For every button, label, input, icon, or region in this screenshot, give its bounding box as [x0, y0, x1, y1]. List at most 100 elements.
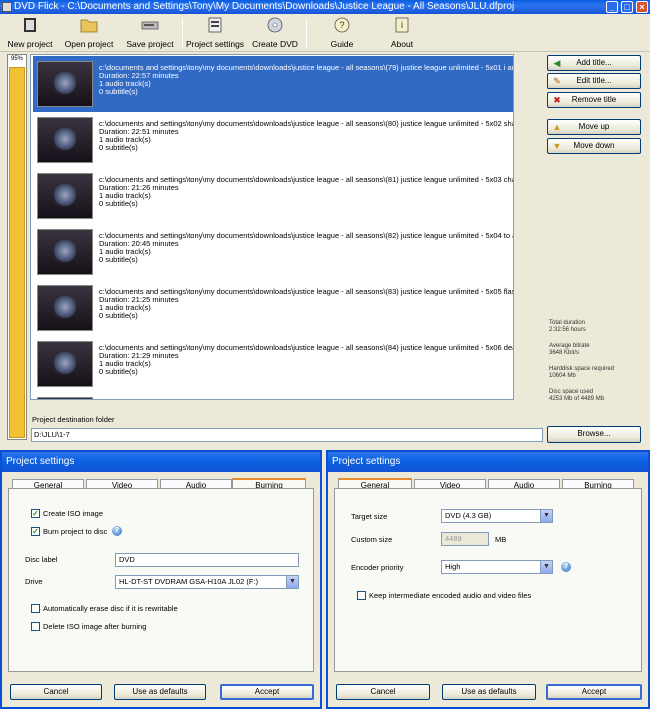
- window-title: DVD Flick - C:\Documents and Settings\To…: [14, 1, 515, 12]
- encoder-priority-select[interactable]: High ▼: [441, 560, 553, 574]
- disc-space-value: 4253 Mb of 4489 Mb: [549, 396, 605, 402]
- new-project-button[interactable]: New project: [4, 16, 56, 50]
- title-duration: Duration: 21:26 minutes: [99, 183, 179, 192]
- title-duration: Duration: 22:57 minutes: [99, 71, 179, 80]
- move-down-button[interactable]: ▼ Move down: [547, 138, 641, 154]
- title-info: c:\documents and settings\tony\my docume…: [99, 288, 513, 320]
- burn-project-label: Burn project to disc: [43, 527, 108, 536]
- use-defaults-button[interactable]: Use as defaults: [442, 684, 536, 700]
- title-subs: 0 subtitle(s): [99, 255, 138, 264]
- hdd-space-label: Harddisk space required: [549, 366, 615, 372]
- move-up-button[interactable]: ▲ Move up: [547, 119, 641, 135]
- target-size-select[interactable]: DVD (4.3 GB) ▼: [441, 509, 553, 523]
- svg-text:i: i: [401, 20, 403, 30]
- total-duration-value: 2:32:56 hours: [549, 327, 586, 333]
- title-duration: Duration: 20:45 minutes: [99, 239, 179, 248]
- title-row[interactable]: c:\documents and settings\tony\my docume…: [33, 112, 513, 168]
- title-info: c:\documents and settings\tony\my docume…: [99, 120, 513, 152]
- title-duration: Duration: 21:25 minutes: [99, 295, 179, 304]
- custom-size-input[interactable]: 4489: [441, 532, 489, 546]
- title-row[interactable]: c:\documents and settings\tony\my docume…: [33, 336, 513, 392]
- open-project-label: Open project: [64, 39, 114, 49]
- title-audio: 1 audio track(s): [99, 79, 151, 88]
- video-thumbnail: [37, 285, 93, 331]
- accept-button[interactable]: Accept: [546, 684, 642, 700]
- move-down-label: Move down: [573, 141, 615, 150]
- title-row[interactable]: c:\documents and settings\tony\my docume…: [33, 280, 513, 336]
- capacity-percent: 95%: [10, 56, 23, 62]
- accept-button[interactable]: Accept: [220, 684, 314, 700]
- general-panel: Target size DVD (4.3 GB) ▼ Custom size 4…: [334, 488, 642, 672]
- destination-input[interactable]: D:\JLU\1-7: [31, 428, 543, 442]
- title-row[interactable]: c:\documents and settings\tony\my docume…: [33, 392, 513, 399]
- title-list[interactable]: c:\documents and settings\tony\my docume…: [30, 54, 514, 400]
- burn-project-checkbox[interactable]: ✓: [31, 527, 40, 536]
- drive-icon: [141, 21, 159, 30]
- destination-label: Project destination folder: [32, 415, 115, 424]
- video-thumbnail: [37, 117, 93, 163]
- dialog-title: Project settings: [328, 452, 648, 472]
- project-settings-button[interactable]: Project settings: [185, 16, 245, 50]
- title-audio: 1 audio track(s): [99, 191, 151, 200]
- edit-title-label: Edit title...: [576, 76, 612, 85]
- film-icon: [24, 18, 36, 32]
- close-button[interactable]: ×: [636, 1, 648, 13]
- keep-intermediate-label: Keep intermediate encoded audio and vide…: [369, 591, 532, 600]
- title-row[interactable]: c:\documents and settings\tony\my docume…: [33, 56, 513, 112]
- browse-button[interactable]: Browse...: [547, 426, 641, 443]
- help-icon[interactable]: ?: [112, 526, 122, 536]
- keep-intermediate-checkbox[interactable]: [357, 591, 366, 600]
- title-info: c:\documents and settings\tony\my docume…: [99, 232, 513, 264]
- guide-button[interactable]: ? Guide: [320, 16, 364, 50]
- video-thumbnail: [37, 61, 93, 107]
- title-row[interactable]: c:\documents and settings\tony\my docume…: [33, 168, 513, 224]
- edit-title-button[interactable]: ✎ Edit title...: [547, 73, 641, 89]
- disc-capacity-bar: 95%: [7, 54, 27, 440]
- video-thumbnail: [37, 397, 93, 399]
- cancel-button[interactable]: Cancel: [336, 684, 430, 700]
- use-defaults-button[interactable]: Use as defaults: [114, 684, 206, 700]
- create-dvd-label: Create DVD: [252, 39, 298, 49]
- save-project-button[interactable]: Save project: [122, 16, 178, 50]
- delete-iso-checkbox[interactable]: [31, 622, 40, 631]
- help-icon[interactable]: ?: [561, 562, 571, 572]
- disc-label-input[interactable]: DVD: [115, 553, 299, 567]
- disc-label-label: Disc label: [25, 555, 58, 564]
- avg-bitrate-value: 3648 Kbit/s: [549, 350, 580, 356]
- chevron-down-icon: ▼: [540, 510, 552, 522]
- drive-select[interactable]: HL-DT-ST DVDRAM GSA-H10A JL02 (F:) ▼: [115, 575, 299, 589]
- title-row[interactable]: c:\documents and settings\tony\my docume…: [33, 224, 513, 280]
- video-thumbnail: [37, 229, 93, 275]
- title-subs: 0 subtitle(s): [99, 199, 138, 208]
- delete-iso-label: Delete ISO image after burning: [43, 622, 147, 631]
- auto-erase-label: Automatically erase disc if it is rewrit…: [43, 604, 178, 613]
- arrow-down-icon: ▼: [552, 141, 562, 151]
- cancel-button[interactable]: Cancel: [10, 684, 102, 700]
- toolbar-separator: [306, 18, 307, 48]
- move-up-label: Move up: [578, 122, 610, 131]
- remove-title-button[interactable]: ✖ Remove title: [547, 92, 641, 108]
- open-project-button[interactable]: Open project: [62, 16, 116, 50]
- minimize-button[interactable]: _: [606, 1, 618, 13]
- remove-icon: ✖: [553, 95, 561, 105]
- settings-icon: [208, 17, 222, 33]
- drive-label: Drive: [25, 577, 43, 586]
- title-info: c:\documents and settings\tony\my docume…: [99, 344, 513, 376]
- title-info: c:\documents and settings\tony\my docume…: [99, 176, 513, 208]
- maximize-button[interactable]: □: [621, 1, 633, 13]
- custom-size-unit: MB: [495, 535, 507, 544]
- create-dvd-button[interactable]: Create DVD: [250, 16, 300, 50]
- title-audio: 1 audio track(s): [99, 359, 151, 368]
- add-icon: ◀: [553, 58, 561, 68]
- auto-erase-checkbox[interactable]: [31, 604, 40, 613]
- add-title-button[interactable]: ◀ Add title...: [547, 55, 641, 71]
- edit-icon: ✎: [553, 76, 561, 86]
- create-iso-checkbox[interactable]: ✓: [31, 509, 40, 518]
- title-subs: 0 subtitle(s): [99, 367, 138, 376]
- about-button[interactable]: i About: [380, 16, 424, 50]
- title-duration: Duration: 22:51 minutes: [99, 127, 179, 136]
- help-icon: ?: [334, 17, 350, 33]
- create-iso-label: Create ISO image: [43, 509, 104, 518]
- drive-select-value: HL-DT-ST DVDRAM GSA-H10A JL02 (F:): [119, 577, 259, 586]
- about-label: About: [390, 39, 414, 49]
